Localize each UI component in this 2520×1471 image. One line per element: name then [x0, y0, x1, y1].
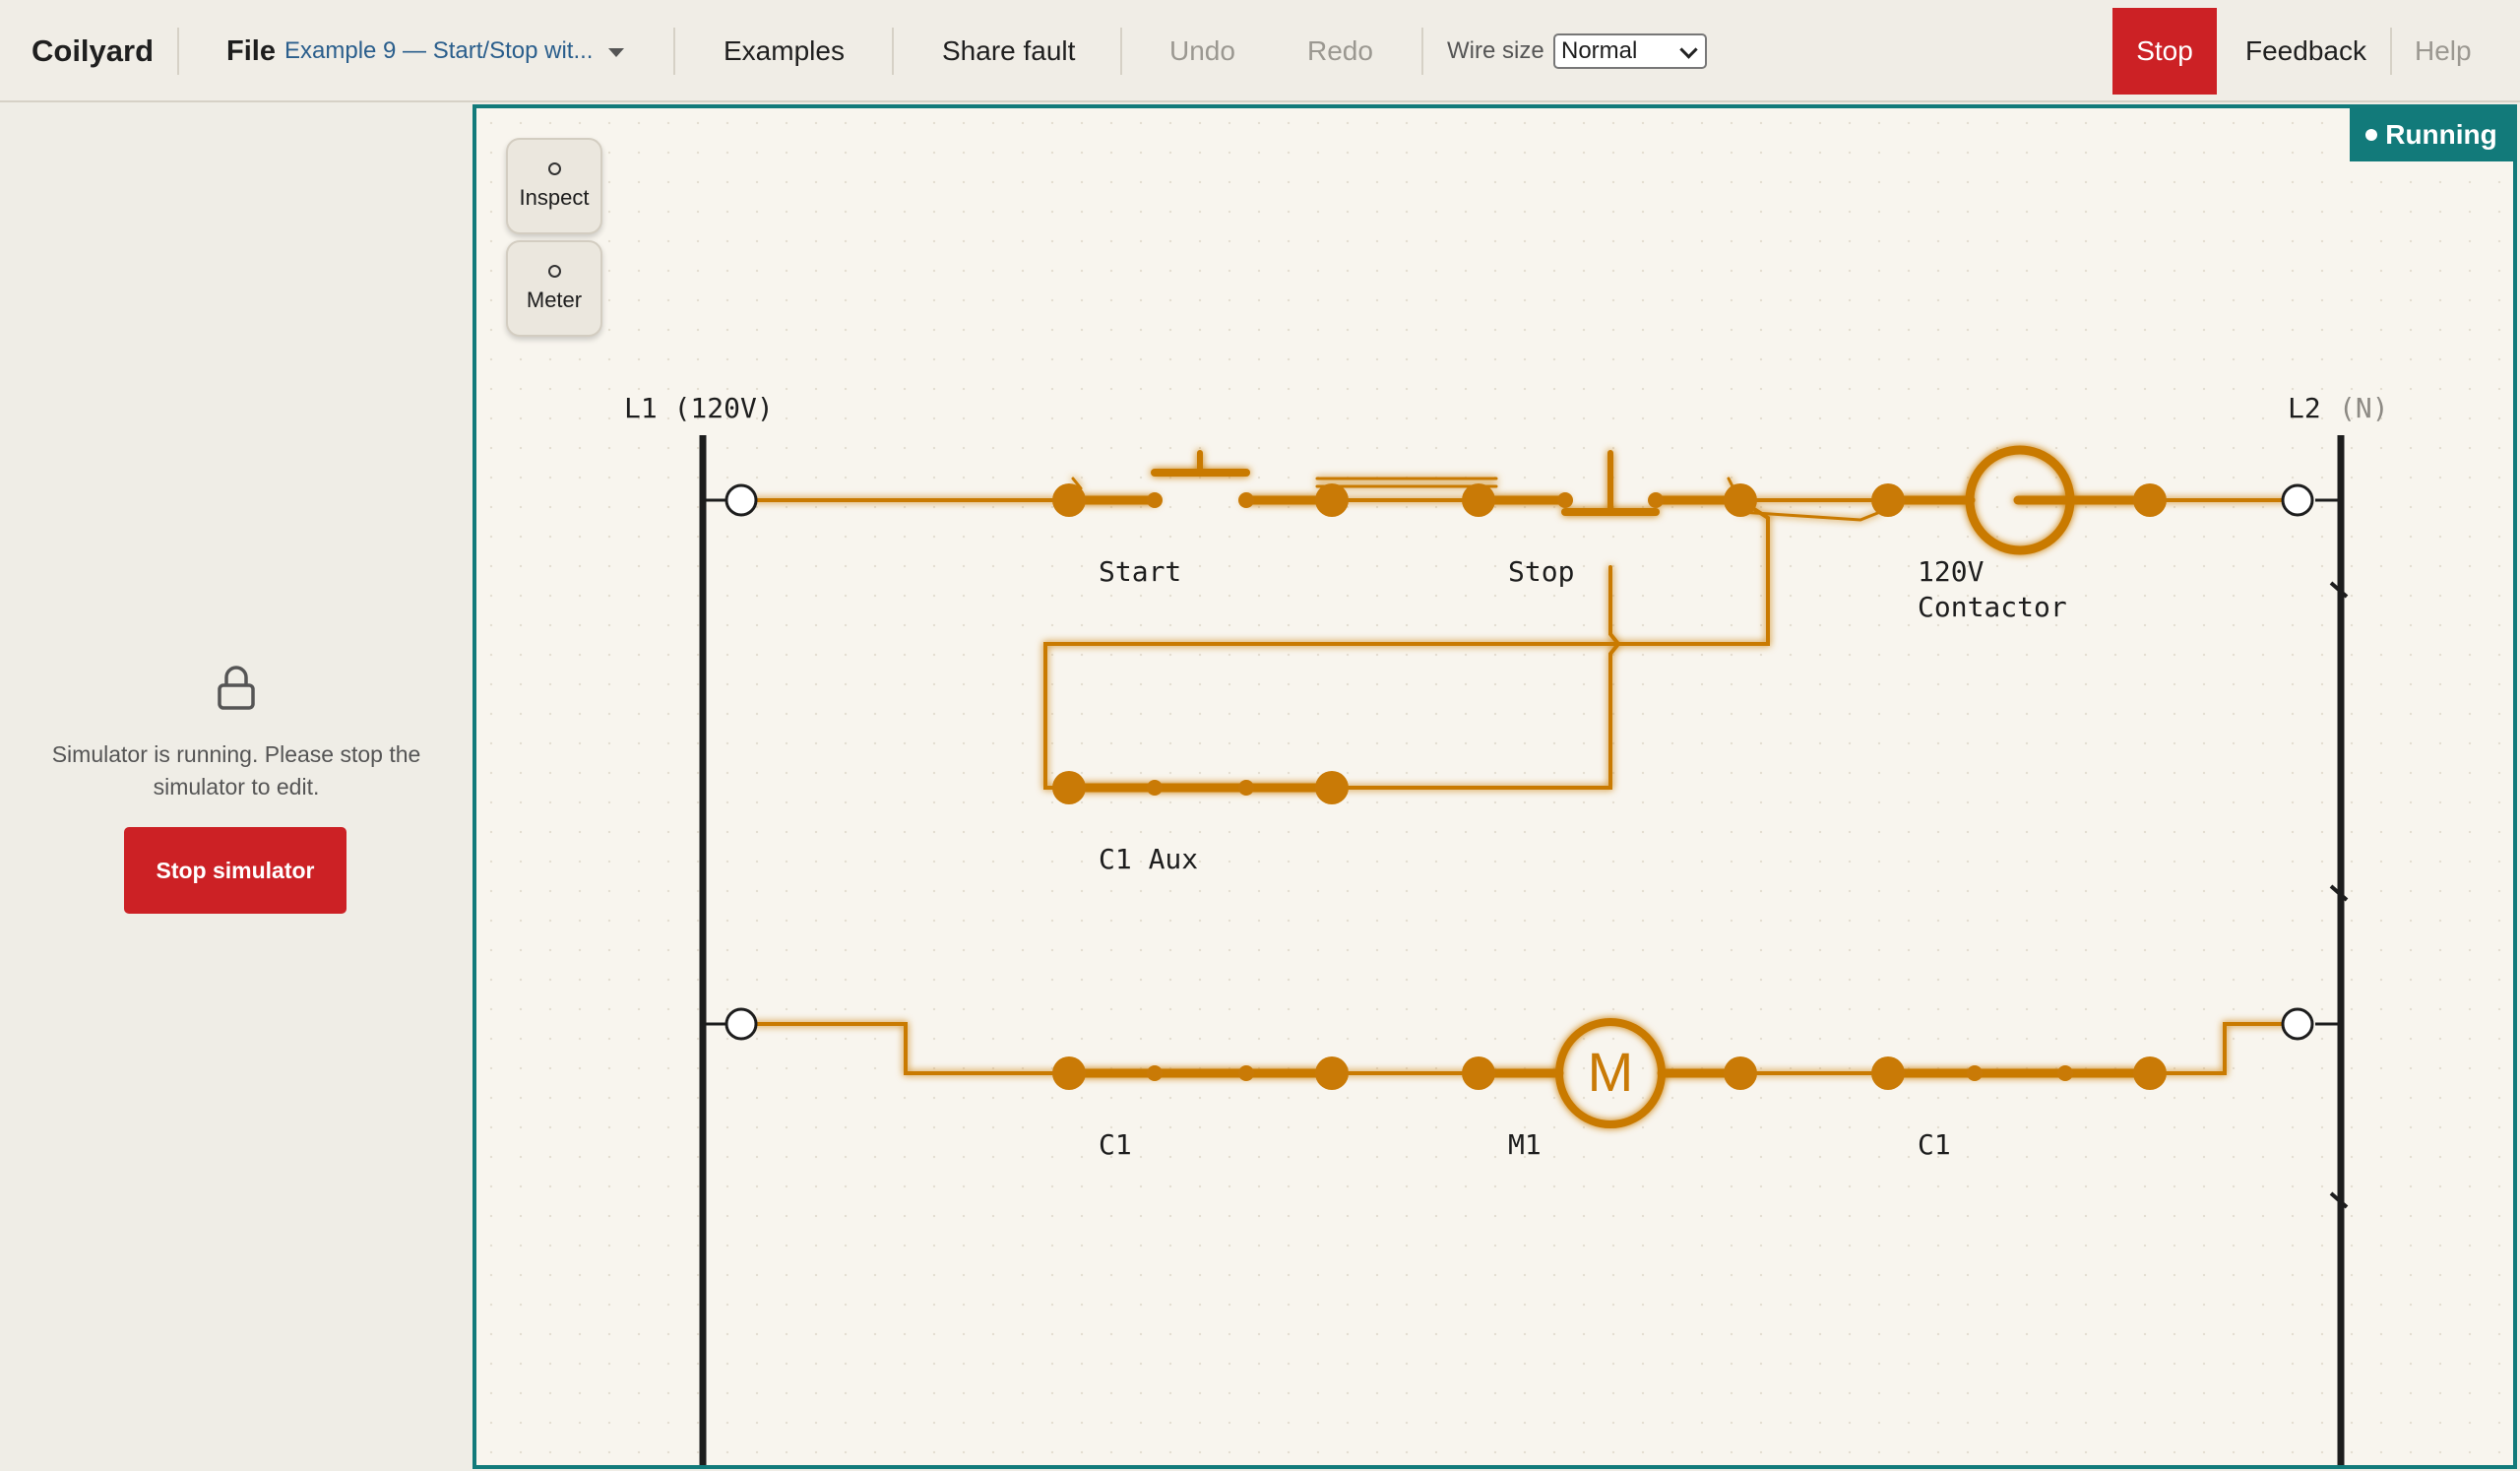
sidebar: Simulator is running. Please stop the si…	[0, 102, 472, 1471]
wire-size-select[interactable]: Normal	[1553, 33, 1707, 69]
aux-contact-label: C1 Aux	[1099, 843, 1198, 875]
start-label: Start	[1099, 555, 1181, 588]
stop-simulator-button[interactable]: Stop simulator	[124, 827, 346, 914]
help-button[interactable]: Help	[2415, 0, 2472, 102]
c1-left-label: C1	[1099, 1128, 1132, 1161]
divider	[673, 28, 675, 75]
divider	[1120, 28, 1122, 75]
schematic-canvas[interactable]: Running Inspect Meter L1 (120V) L2 (N) M…	[472, 104, 2517, 1469]
energized-wiring	[738, 445, 2300, 1128]
chevron-down-icon	[1679, 40, 1698, 59]
motor-label: M1	[1508, 1128, 1542, 1161]
divider	[892, 28, 894, 75]
lock-icon	[218, 666, 255, 710]
divider	[1421, 28, 1423, 75]
app-brand: Coilyard	[32, 33, 155, 68]
stop-button[interactable]: Stop	[2112, 8, 2217, 95]
file-menu[interactable]: File	[226, 0, 276, 102]
divider	[177, 28, 179, 75]
feedback-button[interactable]: Feedback	[2245, 0, 2366, 102]
l2-rail-sublabel: (N)	[2339, 392, 2389, 424]
divider	[2390, 28, 2392, 75]
caret-down-icon[interactable]	[608, 48, 624, 57]
examples-button[interactable]: Examples	[724, 0, 845, 102]
motor-symbol: M	[1588, 1041, 1634, 1103]
locked-message: Simulator is running. Please stop the si…	[51, 741, 421, 799]
current-file-name[interactable]: Example 9 — Start/Stop wit...	[284, 0, 593, 102]
top-toolbar: Coilyard File Example 9 — Start/Stop wit…	[0, 0, 2520, 102]
undo-button[interactable]: Undo	[1169, 0, 1235, 102]
c1-right-label: C1	[1918, 1128, 1951, 1161]
wire-size-label: Wire size	[1447, 37, 1544, 64]
wire-size-value: Normal	[1561, 37, 1638, 64]
coil-label-line2: Contactor	[1918, 591, 2067, 623]
l2-rail-label: L2	[2288, 392, 2321, 424]
stop-label: Stop	[1508, 555, 1574, 588]
l1-rail-label: L1 (120V)	[624, 392, 774, 424]
share-fault-button[interactable]: Share fault	[942, 0, 1075, 102]
redo-button[interactable]: Redo	[1307, 0, 1373, 102]
coil-label-line1: 120V	[1918, 555, 1984, 588]
ladder-diagram[interactable]: L1 (120V) L2 (N) M Start Stop 120V Conta…	[476, 108, 2513, 1465]
